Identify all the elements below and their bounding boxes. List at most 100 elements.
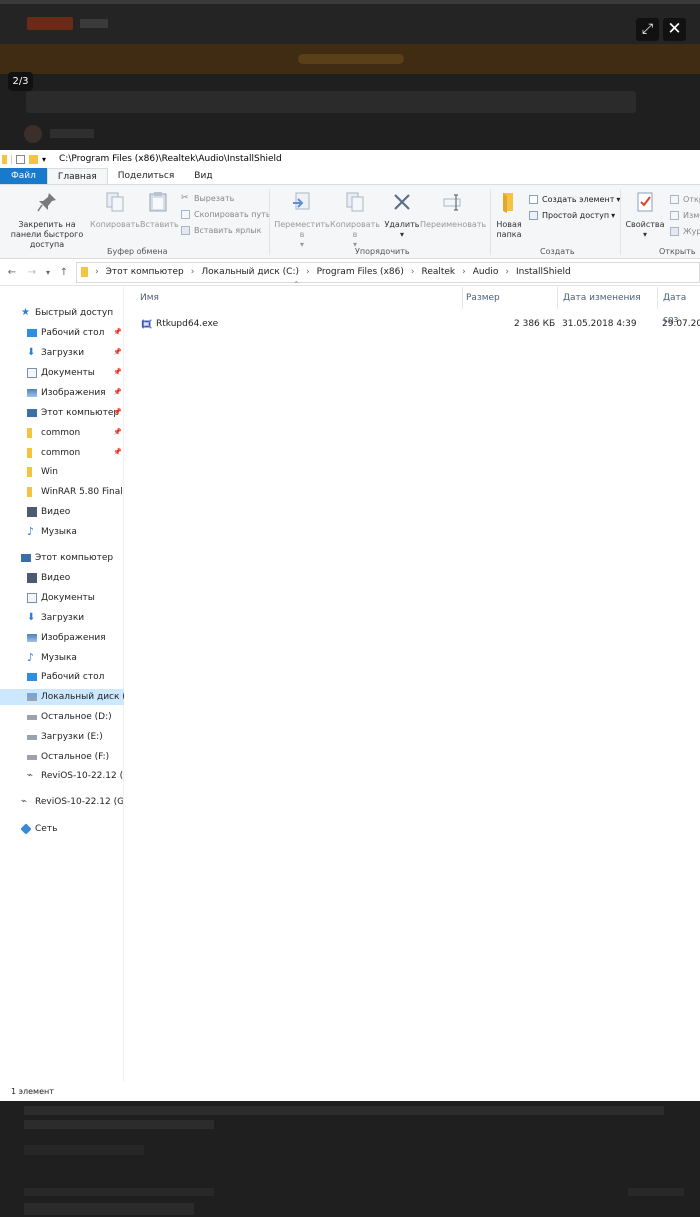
- breadcrumb-item[interactable]: Audio: [473, 267, 499, 277]
- nav-item[interactable]: Документы: [27, 365, 95, 381]
- copy-to-icon: [346, 192, 364, 212]
- properties-icon[interactable]: [16, 154, 25, 164]
- pin-icon[interactable]: 📌: [113, 368, 122, 376]
- nav-this-pc[interactable]: Этот компьютер: [21, 550, 113, 566]
- properties-button[interactable]: Свойства ▾: [623, 191, 667, 240]
- nav-item[interactable]: WinRAR 5.80 Final [E: [27, 484, 123, 500]
- download-arrow-icon: ⬇: [27, 347, 36, 358]
- edit-icon: [670, 211, 679, 220]
- cut-button[interactable]: ✂ Вырезать: [181, 194, 234, 204]
- breadcrumb-item[interactable]: InstallShield: [516, 267, 571, 277]
- nav-item[interactable]: Изображения: [27, 630, 106, 646]
- nav-item[interactable]: Win: [27, 464, 58, 480]
- tab-view[interactable]: Вид: [184, 168, 222, 184]
- documents-icon: [27, 368, 37, 378]
- pin-icon[interactable]: 📌: [113, 448, 122, 456]
- breadcrumb-item[interactable]: Локальный диск (C:): [201, 267, 299, 277]
- nav-item[interactable]: Видео: [27, 570, 70, 586]
- nav-item[interactable]: Рабочий стол: [27, 669, 104, 685]
- copy-button[interactable]: Копировать: [90, 191, 140, 230]
- folder-icon: [27, 428, 32, 438]
- banner-pill: [298, 54, 404, 64]
- nav-item[interactable]: common: [27, 425, 80, 441]
- nav-network[interactable]: Сеть: [21, 821, 57, 837]
- nav-item[interactable]: Остальное (F:): [27, 749, 109, 765]
- edit-button[interactable]: Изме: [670, 211, 700, 220]
- pin-icon[interactable]: 📌: [113, 388, 122, 396]
- forward-arrow-icon[interactable]: →: [26, 267, 38, 278]
- expand-icon[interactable]: ⤢: [636, 18, 659, 41]
- address-bar[interactable]: › Этот компьютер › Локальный диск (C:) ›…: [76, 261, 700, 283]
- pin-icon[interactable]: 📌: [113, 408, 122, 416]
- nav-item[interactable]: ⬇ Загрузки: [27, 610, 84, 626]
- column-header-created[interactable]: Дата соз: [663, 287, 700, 325]
- nav-item[interactable]: Изображения: [27, 385, 106, 401]
- tab-home[interactable]: Главная: [46, 168, 108, 184]
- drive-icon: [27, 714, 37, 720]
- recent-chevron-icon[interactable]: ▾: [42, 268, 54, 277]
- star-icon: ★: [21, 307, 30, 318]
- tab-file[interactable]: Файл: [0, 168, 47, 184]
- nav-item[interactable]: Документы: [27, 590, 95, 606]
- divider-icon: [11, 154, 12, 164]
- nav-usb-drive[interactable]: ⌁ ReviOS-10-22.12 (G:): [21, 794, 123, 810]
- nav-item[interactable]: Этот компьютер: [27, 405, 119, 421]
- new-folder-icon[interactable]: [29, 154, 38, 164]
- paste-button[interactable]: Вставить: [140, 191, 179, 230]
- column-header-name[interactable]: Имя: [140, 287, 159, 309]
- file-row[interactable]: Rtkupd64.exe 2 386 КБ 31.05.2018 4:39 29…: [138, 315, 700, 333]
- copy-to-button[interactable]: Копировать в ▾: [330, 191, 380, 250]
- delete-button[interactable]: Удалить ▾: [382, 191, 422, 240]
- address-bar-row: ← → ▾ ↑ › Этот компьютер › Локальный дис…: [0, 259, 700, 286]
- article-text: [24, 1106, 664, 1115]
- local-disk-icon: [27, 693, 37, 701]
- properties-icon: [637, 192, 653, 212]
- copy-path-button[interactable]: Скопировать путь: [181, 210, 271, 219]
- column-header-size[interactable]: Размер: [466, 287, 500, 309]
- nav-item[interactable]: ♪ Музыка: [27, 650, 77, 666]
- nav-item[interactable]: ⌁ReviOS-10-22.12 (G:: [27, 768, 123, 784]
- pictures-icon: [27, 389, 37, 397]
- breadcrumb-item[interactable]: Program Files (x86): [317, 267, 404, 277]
- nav-quick-access[interactable]: ★ Быстрый доступ: [21, 305, 113, 321]
- history-button[interactable]: Журн: [670, 227, 700, 236]
- breadcrumb-item[interactable]: Realtek: [421, 267, 455, 277]
- nav-item[interactable]: ⬇ Загрузки: [27, 345, 84, 361]
- column-divider[interactable]: [557, 287, 558, 309]
- pin-icon[interactable]: 📌: [113, 348, 122, 356]
- tab-share[interactable]: Поделиться: [108, 168, 185, 184]
- site-logo-secondary: [80, 19, 108, 28]
- close-icon[interactable]: ✕: [663, 18, 686, 41]
- pin-icon[interactable]: 📌: [113, 328, 122, 336]
- nav-item[interactable]: Загрузки (E:): [27, 729, 103, 745]
- column-divider[interactable]: [657, 287, 658, 309]
- nav-item[interactable]: Рабочий стол: [27, 325, 104, 341]
- nav-item[interactable]: common: [27, 445, 80, 461]
- back-arrow-icon[interactable]: ←: [6, 267, 18, 278]
- organize-group-label: Упорядочить: [355, 247, 410, 256]
- file-modified: 31.05.2018 4:39: [562, 319, 637, 329]
- open-button[interactable]: Откр: [670, 195, 700, 204]
- nav-item[interactable]: Видео: [27, 504, 70, 520]
- paste-shortcut-button[interactable]: Вставить ярлык: [181, 226, 261, 235]
- easy-access-button[interactable]: Простой доступ ▾: [529, 211, 615, 220]
- chevron-down-icon[interactable]: ▾: [42, 155, 51, 164]
- ribbon-separator: [269, 189, 270, 255]
- breadcrumb-item[interactable]: Этот компьютер: [106, 267, 184, 277]
- new-item-button[interactable]: Создать элемент ▾: [529, 195, 620, 204]
- drive-icon: [27, 754, 37, 760]
- column-header-modified[interactable]: Дата изменения: [563, 287, 641, 309]
- pin-quick-access-button[interactable]: Закрепить на панели быстрого доступа: [3, 191, 91, 250]
- nav-item[interactable]: Остальное (D:): [27, 709, 112, 725]
- move-to-button[interactable]: Переместить в ▾: [274, 191, 330, 250]
- pin-icon[interactable]: 📌: [113, 428, 122, 436]
- column-divider[interactable]: [462, 287, 463, 309]
- up-arrow-icon[interactable]: ↑: [58, 267, 70, 278]
- ribbon: Закрепить на панели быстрого доступа Коп…: [0, 185, 700, 259]
- new-folder-button[interactable]: Новая папка: [492, 191, 526, 240]
- rename-button[interactable]: Переименовать: [420, 191, 486, 230]
- file-name: Rtkupd64.exe: [156, 319, 219, 329]
- nav-item[interactable]: ♪ Музыка: [27, 524, 77, 540]
- nav-item-selected[interactable]: Локальный диск (C:): [0, 689, 124, 705]
- copy-path-icon: [181, 210, 190, 219]
